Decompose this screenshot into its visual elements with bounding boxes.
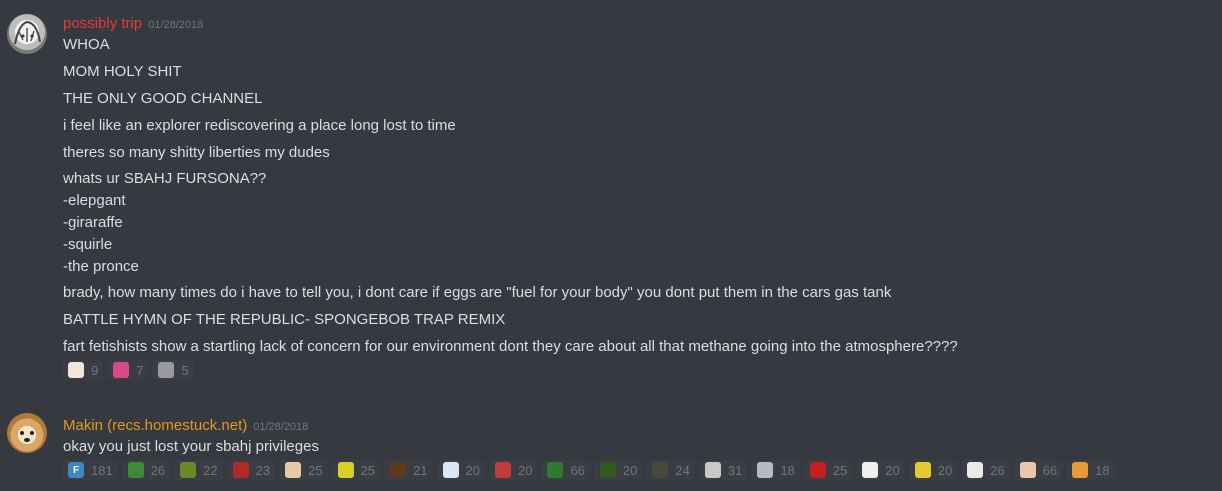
reaction-count: 22: [203, 462, 218, 478]
reaction-count: 25: [832, 462, 848, 478]
reaction-button[interactable]: 21: [384, 460, 433, 480]
yellow-drawing-emoji: [914, 462, 931, 478]
reaction-button[interactable]: 25: [803, 460, 853, 480]
reaction-button[interactable]: 24: [646, 460, 695, 480]
reactions-bar: F 181 26 22 23 25 25 21 20 20 66 20 24 31 18 25 20 20 26 66…: [62, 460, 1115, 480]
reaction-button[interactable]: 22: [174, 460, 223, 480]
reaction-count: 20: [465, 462, 480, 478]
white-figure-emoji: [704, 462, 721, 478]
dog-icon: [20, 431, 34, 442]
reaction-button[interactable]: 18: [1066, 460, 1115, 480]
reaction-count: 31: [727, 462, 743, 478]
reaction-count: 66: [1042, 462, 1058, 478]
message-header: Makin (recs.homestuck.net) 01/28/2018: [63, 417, 308, 435]
reaction-button[interactable]: 25: [331, 460, 381, 480]
f-letter-emoji: F: [68, 462, 84, 478]
blue-white-emoji: [442, 462, 459, 478]
cat-face-emoji: [757, 462, 774, 478]
white-face-emoji: [862, 462, 879, 478]
green-frog-emoji: [599, 462, 616, 478]
brown-pixel-emoji: [390, 462, 407, 478]
reaction-count: 20: [885, 462, 900, 478]
cat-orange-emoji: [1072, 462, 1089, 478]
face-sticker-2-emoji: [1019, 462, 1036, 478]
reaction-count: 26: [150, 462, 166, 478]
green-troll-emoji: [180, 462, 197, 478]
reaction-count: 66: [570, 462, 585, 478]
reaction-button[interactable]: 66: [541, 460, 590, 480]
reaction-button[interactable]: 23: [226, 460, 276, 480]
reaction-button[interactable]: 20: [593, 460, 643, 480]
reaction-button[interactable]: 20: [488, 460, 538, 480]
reaction-count: 23: [255, 462, 271, 478]
reaction-button[interactable]: 20: [436, 460, 485, 480]
reaction-count: 21: [413, 462, 428, 478]
message-group-2: Makin (recs.homestuck.net) 01/28/2018 oka…: [0, 0, 1222, 491]
red-scribble-emoji: [809, 462, 826, 478]
reaction-button[interactable]: 20: [856, 460, 905, 480]
red-cap-emoji: [494, 462, 511, 478]
reaction-button[interactable]: F 181: [62, 460, 118, 480]
reaction-count: 18: [780, 462, 795, 478]
reaction-button[interactable]: 66: [1013, 460, 1063, 480]
timestamp: 01/28/2018: [253, 421, 309, 433]
message-line: okay you just lost your sbahj privileges: [63, 438, 319, 455]
avatar[interactable]: [7, 413, 47, 453]
face-sticker-emoji: [285, 462, 302, 478]
reaction-count: 20: [937, 462, 953, 478]
reaction-count: 25: [308, 462, 323, 478]
reaction-button[interactable]: 20: [908, 460, 958, 480]
reaction-count: 18: [1095, 462, 1110, 478]
reaction-button[interactable]: 26: [961, 460, 1010, 480]
reaction-count: 20: [517, 462, 533, 478]
green-fish-emoji: [547, 462, 564, 478]
yellow-square-emoji: [337, 462, 354, 478]
reaction-count: 26: [990, 462, 1005, 478]
reaction-count: 181: [91, 462, 113, 478]
reaction-button[interactable]: 25: [279, 460, 328, 480]
green-pixel-emoji: [127, 462, 144, 478]
dark-sketch-emoji: [652, 462, 669, 478]
reaction-button[interactable]: 18: [751, 460, 800, 480]
red-pixel-emoji: [232, 462, 249, 478]
reaction-button[interactable]: 26: [121, 460, 171, 480]
reaction-count: 20: [622, 462, 638, 478]
reaction-count: 25: [360, 462, 376, 478]
username[interactable]: Makin (recs.homestuck.net): [63, 417, 247, 434]
reaction-button[interactable]: 31: [698, 460, 748, 480]
troll-face-emoji: [967, 462, 984, 478]
reaction-count: 24: [675, 462, 690, 478]
